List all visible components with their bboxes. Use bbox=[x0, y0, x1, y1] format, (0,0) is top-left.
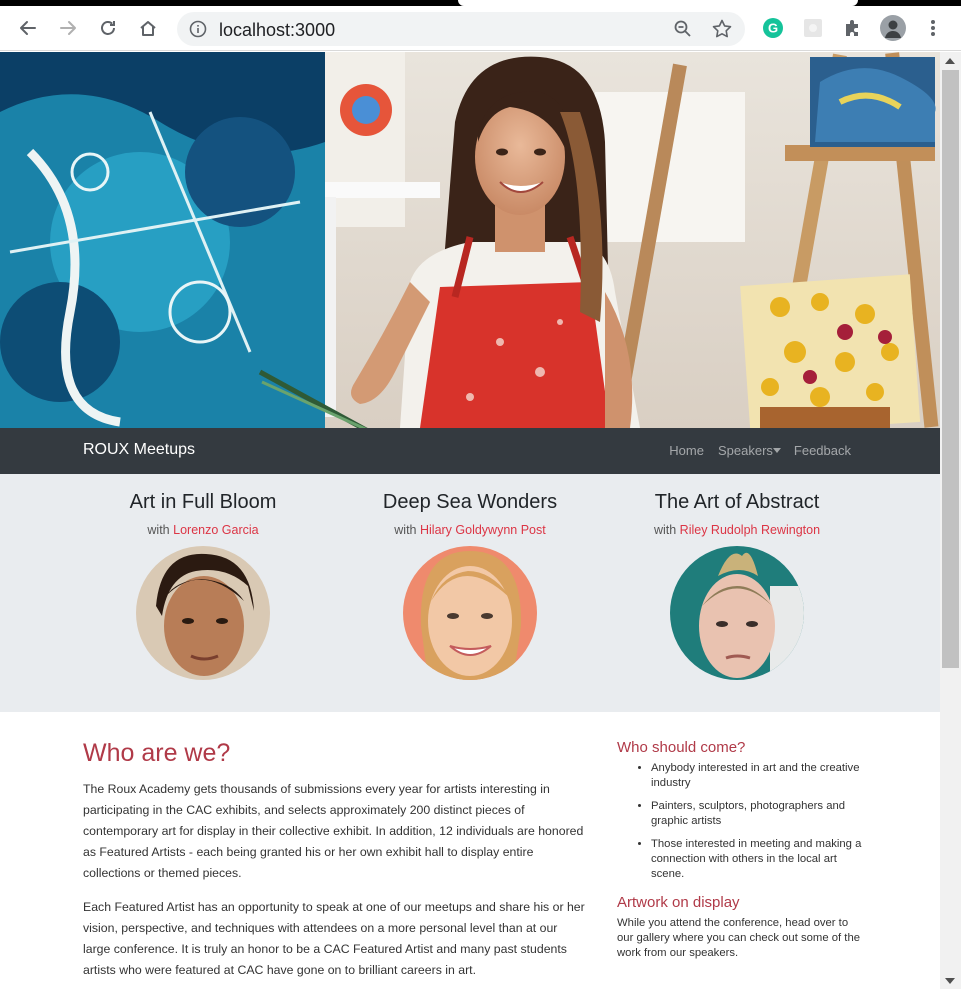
site-navbar: ROUX Meetups Home Speakers Feedback bbox=[0, 428, 940, 474]
nav-speakers-dropdown[interactable]: Speakers bbox=[718, 443, 781, 458]
artist-link[interactable]: Hilary Goldywynn Post bbox=[420, 523, 546, 537]
back-arrow-icon[interactable] bbox=[13, 13, 43, 43]
extension-icon[interactable] bbox=[800, 15, 826, 41]
info-icon[interactable] bbox=[189, 20, 207, 43]
url-text[interactable]: localhost:3000 bbox=[219, 20, 335, 41]
main-content: Who are we? The Roux Academy gets thousa… bbox=[0, 712, 940, 989]
artwork-title[interactable]: The Art of Abstract bbox=[597, 491, 877, 514]
about-paragraph: Each Featured Artist has an opportunity … bbox=[83, 900, 585, 977]
page-scrollbar[interactable] bbox=[940, 52, 961, 989]
zoom-out-icon[interactable] bbox=[673, 19, 693, 44]
with-label: with bbox=[394, 523, 417, 537]
who-should-come-heading: Who should come? bbox=[617, 739, 746, 756]
svg-text:G: G bbox=[768, 21, 778, 36]
artwork-title[interactable]: Deep Sea Wonders bbox=[330, 491, 610, 514]
scroll-down-arrow-icon[interactable] bbox=[945, 978, 955, 984]
with-label: with bbox=[147, 523, 170, 537]
scrollbar-thumb[interactable] bbox=[942, 70, 959, 668]
browser-toolbar: localhost:3000 G bbox=[0, 6, 961, 51]
artwork-text: While you attend the conference, head ov… bbox=[617, 917, 861, 959]
nav-speakers-label: Speakers bbox=[717, 443, 773, 458]
featured-artists: Art in Full Bloom with Lorenzo Garcia De… bbox=[0, 474, 940, 712]
artist-line: with Hilary Goldywynn Post bbox=[330, 523, 610, 537]
audience-list: Anybody interested in art and the creati… bbox=[651, 761, 862, 882]
about-heading: Who are we? bbox=[83, 739, 231, 767]
list-item: Anybody interested in art and the creati… bbox=[651, 761, 862, 791]
scroll-up-arrow-icon[interactable] bbox=[945, 58, 955, 64]
kebab-menu-icon[interactable] bbox=[920, 15, 946, 41]
artist-avatar[interactable] bbox=[403, 546, 537, 680]
forward-arrow-icon[interactable] bbox=[53, 13, 83, 43]
about-paragraph: The Roux Academy gets thousands of submi… bbox=[83, 782, 584, 880]
featured-card[interactable]: Deep Sea Wonders with Hilary Goldywynn P… bbox=[330, 474, 610, 680]
profile-avatar-icon[interactable] bbox=[880, 15, 906, 41]
artist-line: with Riley Rudolph Rewington bbox=[597, 523, 877, 537]
puzzle-icon[interactable] bbox=[840, 15, 866, 41]
artwork-heading: Artwork on display bbox=[617, 894, 740, 911]
artist-link[interactable]: Riley Rudolph Rewington bbox=[680, 523, 820, 537]
home-icon[interactable] bbox=[133, 13, 163, 43]
list-item: Painters, sculptors, photographers and g… bbox=[651, 799, 862, 829]
brand-link[interactable]: ROUX Meetups bbox=[83, 441, 195, 459]
featured-card[interactable]: The Art of Abstract with Riley Rudolph R… bbox=[597, 474, 877, 680]
nav-links: Home Speakers Feedback bbox=[669, 443, 851, 458]
artist-avatar[interactable] bbox=[670, 546, 804, 680]
artist-link[interactable]: Lorenzo Garcia bbox=[173, 523, 258, 537]
artist-line: with Lorenzo Garcia bbox=[63, 523, 343, 537]
hero-image bbox=[0, 52, 940, 428]
artwork-title[interactable]: Art in Full Bloom bbox=[63, 491, 343, 514]
with-label: with bbox=[653, 523, 677, 537]
reload-icon[interactable] bbox=[93, 13, 123, 43]
nav-home-link[interactable]: Home bbox=[669, 443, 704, 458]
caret-down-icon bbox=[772, 448, 781, 453]
page-viewport: ROUX Meetups Home Speakers Feedback Art … bbox=[0, 52, 940, 989]
nav-feedback-link[interactable]: Feedback bbox=[794, 443, 851, 458]
grammarly-icon[interactable]: G bbox=[760, 15, 786, 41]
list-item: Those interested in meeting and making a… bbox=[651, 837, 862, 882]
about-section: Who are we? The Roux Academy gets thousa… bbox=[83, 739, 588, 989]
star-icon[interactable] bbox=[711, 18, 733, 45]
artist-avatar[interactable] bbox=[136, 546, 270, 680]
featured-card[interactable]: Art in Full Bloom with Lorenzo Garcia bbox=[63, 474, 343, 680]
address-bar[interactable]: localhost:3000 bbox=[177, 12, 745, 46]
sidebar: Who should come? Anybody interested in a… bbox=[617, 739, 862, 961]
